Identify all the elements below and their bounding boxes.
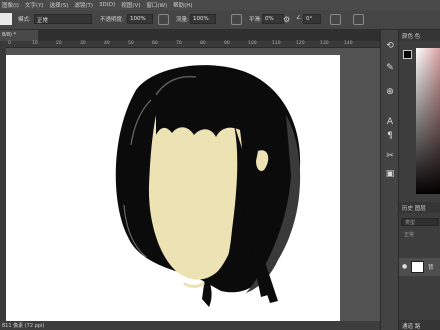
mode-select[interactable]: 正常 <box>34 14 92 24</box>
ruler-tick: 60 <box>152 41 158 46</box>
portrait-drawing <box>115 65 301 307</box>
clone-source-icon[interactable]: ⊕ <box>384 86 396 98</box>
ruler-tick: 90 <box>224 41 230 46</box>
panel-icon-strip: ⟲ ✎ ⊕ A ¶ ✂ ▣ <box>380 30 398 330</box>
canvas-workspace[interactable] <box>6 48 380 321</box>
flow-field[interactable]: 100% <box>190 14 216 24</box>
layer-name: 背 <box>428 265 434 271</box>
document-tab-bar: 8/8) * <box>0 30 380 41</box>
ruler-tick: 50 <box>128 41 134 46</box>
menu-help[interactable]: 帮助(H) <box>173 1 192 9</box>
gear-icon[interactable]: ⚙ <box>283 14 294 25</box>
pressure-size-icon[interactable] <box>330 14 341 25</box>
options-bar: 模式: 正常 不透明度: 100% 流量: 100% 平滑: 0% ⚙ ∠ 0° <box>0 10 440 30</box>
layer-blend-mode[interactable]: 正常 <box>401 231 439 239</box>
ruler-tick: 130 <box>320 41 329 46</box>
menu-3d[interactable]: 3D(D) <box>99 2 115 8</box>
mode-label: 模式: <box>18 17 31 23</box>
ruler-tick: 30 <box>80 41 86 46</box>
ruler-tick: 80 <box>200 41 206 46</box>
ruler-tick: 20 <box>56 41 62 46</box>
ruler-tick: 100 <box>248 41 257 46</box>
smooth-field[interactable]: 0% <box>262 14 284 24</box>
opacity-label: 不透明度: <box>100 17 124 23</box>
ruler-tick: 110 <box>272 41 281 46</box>
smooth-label: 平滑: <box>249 17 262 23</box>
layer-row[interactable]: ● 背 <box>399 258 440 276</box>
menu-view[interactable]: 视图(V) <box>121 1 140 9</box>
angle-field[interactable]: 0° <box>303 14 321 24</box>
layer-filter-input[interactable]: 类型 <box>401 218 439 226</box>
right-panels: 颜色 色 历史 图层 类型 正常 ● 背 通道 路 <box>398 30 440 330</box>
layer-thumbnail <box>411 261 424 273</box>
menu-type[interactable]: 文字(Y) <box>25 1 44 9</box>
pressure-opacity-icon[interactable] <box>158 14 169 25</box>
symmetry-icon[interactable] <box>353 14 364 25</box>
angle-icon: ∠ <box>296 15 301 21</box>
ruler-tick: 0 <box>8 41 11 46</box>
history-panel-icon[interactable]: ⟲ <box>384 40 396 52</box>
properties-panel-icon[interactable]: ▣ <box>384 168 396 180</box>
flow-label: 流量: <box>176 17 189 23</box>
menu-bar: 图像(I) 文字(Y) 选择(S) 滤镜(T) 3D(D) 视图(V) 窗口(W… <box>0 0 440 10</box>
menu-select[interactable]: 选择(S) <box>50 1 69 9</box>
status-bar: 811 像素 (72 ppi) <box>0 321 380 330</box>
color-picker-field[interactable] <box>416 48 440 194</box>
visibility-eye-icon[interactable]: ● <box>402 263 407 270</box>
character-panel-icon[interactable]: A <box>384 116 396 128</box>
color-panel-tabs[interactable]: 颜色 色 <box>399 30 440 41</box>
channels-panel-tabs[interactable]: 通道 路 <box>399 320 440 330</box>
opacity-field[interactable]: 100% <box>127 14 153 24</box>
tools-panel-icon[interactable]: ✂ <box>384 150 396 162</box>
ruler-tick: 140 <box>344 41 353 46</box>
ruler-tick: 10 <box>32 41 38 46</box>
layers-panel-tabs[interactable]: 历史 图层 <box>399 202 440 213</box>
paragraph-panel-icon[interactable]: ¶ <box>384 130 396 142</box>
ruler-tick: 120 <box>296 41 305 46</box>
menu-image[interactable]: 图像(I) <box>2 1 19 9</box>
airbrush-icon[interactable] <box>231 14 242 25</box>
ruler-tick: 40 <box>104 41 110 46</box>
horizontal-ruler: 0 10 20 30 40 50 60 70 80 90 100 110 120… <box>6 41 380 48</box>
document-canvas[interactable] <box>6 55 340 321</box>
menu-window[interactable]: 窗口(W) <box>146 1 167 9</box>
document-tab[interactable]: 8/8) * <box>0 30 38 41</box>
menu-filter[interactable]: 滤镜(T) <box>74 1 93 9</box>
ruler-tick: 70 <box>176 41 182 46</box>
brush-preset-icon[interactable] <box>0 13 12 25</box>
foreground-color-swatch[interactable] <box>403 50 412 59</box>
brush-panel-icon[interactable]: ✎ <box>384 62 396 74</box>
